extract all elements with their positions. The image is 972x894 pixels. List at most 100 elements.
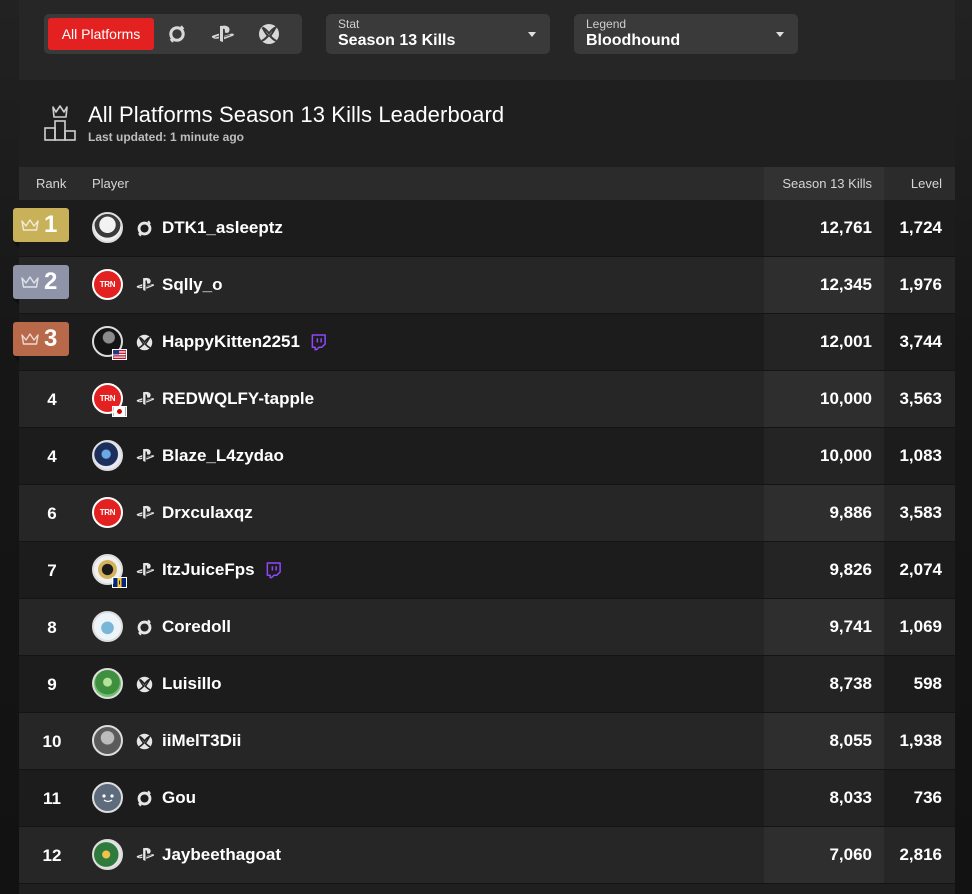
player-name-link[interactable]: iiMelT3Dii [162, 731, 241, 751]
rank-badge: 3 [13, 322, 69, 362]
table-row[interactable]: 6 TRN Drxculaxqz 9,886 3,583 [19, 485, 955, 542]
twitch-icon[interactable] [310, 334, 327, 351]
column-header-stat: Season 13 Kills [782, 176, 872, 191]
avatar[interactable] [92, 782, 123, 813]
stat-value: 7,060 [829, 845, 872, 864]
table-row[interactable]: 4 TRN REDWQLFY-tapple 10,000 3,563 [19, 371, 955, 428]
level-value: 3,744 [899, 332, 942, 351]
rank-number: 2 [44, 268, 58, 295]
platform-playstation-button[interactable] [200, 18, 246, 50]
playstation-icon [136, 562, 155, 579]
table-row[interactable]: 8 Coredoll 9,741 1,069 [19, 599, 955, 656]
table-row[interactable]: 10 iiMelT3Dii 8,055 1,938 [19, 713, 955, 770]
last-updated-text: Last updated: 1 minute ago [88, 130, 245, 144]
platform-all-button[interactable]: All Platforms [48, 18, 154, 50]
rank-badge: 2 [13, 265, 69, 305]
level-value: 1,938 [899, 731, 942, 750]
player-name-link[interactable]: Luisillo [162, 674, 222, 694]
legend-dropdown-label: Legend [586, 17, 627, 31]
legend-dropdown[interactable]: Legend Bloodhound [574, 14, 798, 54]
level-value: 3,583 [899, 503, 942, 522]
level-value: 2,074 [899, 560, 942, 579]
japan-flag-icon [112, 406, 127, 417]
rank-number: 11 [43, 789, 61, 808]
player-name-link[interactable]: Drxculaxqz [162, 503, 253, 523]
us-flag-icon [112, 349, 127, 360]
level-value: 1,976 [899, 275, 942, 294]
leaderboard-table: 1 DTK1_asleeptz 12,761 1,724 2 TRN Sqlly… [13, 200, 955, 884]
platform-xbox-button[interactable] [246, 18, 292, 50]
playstation-icon [136, 505, 155, 522]
rank-number: 4 [47, 447, 57, 466]
leaderboard-container: All Platforms Stat Season 13 Kills Legen… [13, 0, 955, 894]
avatar[interactable]: TRN [92, 383, 127, 417]
stat-value: 9,741 [829, 617, 872, 636]
player-name-link[interactable]: Sqlly_o [162, 275, 222, 295]
level-value: 3,563 [899, 389, 942, 408]
rank-number: 3 [44, 325, 58, 352]
playstation-icon [136, 448, 155, 465]
platform-origin-button[interactable] [154, 18, 200, 50]
table-row[interactable]: 3 HappyKitten2251 12,001 3,744 [13, 314, 955, 371]
crown-icon [21, 219, 39, 231]
table-row[interactable]: 11 Gou 8,033 736 [19, 770, 955, 827]
column-header-player: Player [92, 176, 129, 191]
level-value: 2,816 [899, 845, 942, 864]
avatar[interactable]: TRN [92, 269, 123, 300]
avatar[interactable] [92, 326, 127, 360]
column-header-level: Level [910, 176, 942, 191]
avatar[interactable] [92, 554, 127, 588]
stat-value: 9,826 [829, 560, 872, 579]
avatar[interactable] [92, 668, 123, 699]
level-value: 1,083 [899, 446, 942, 465]
twitch-icon[interactable] [265, 562, 282, 579]
rank-number: 9 [47, 675, 57, 694]
origin-icon [136, 220, 153, 237]
avatar[interactable] [92, 611, 123, 642]
table-row[interactable]: 12 Jaybeethagoat 7,060 2,816 [19, 827, 955, 884]
stat-dropdown-value: Season 13 Kills [338, 32, 456, 49]
table-row[interactable]: 7 ItzJuiceFps 9,826 2,074 [19, 542, 955, 599]
playstation-icon [136, 391, 155, 408]
filter-bar: All Platforms Stat Season 13 Kills Legen… [19, 0, 955, 80]
playstation-icon [136, 847, 155, 864]
player-name-link[interactable]: HappyKitten2251 [162, 332, 300, 352]
player-name-link[interactable]: Gou [162, 788, 196, 808]
page-background-left [0, 0, 19, 894]
rank-number: 8 [47, 618, 57, 637]
player-name-link[interactable]: ItzJuiceFps [162, 560, 255, 580]
stat-value: 10,000 [820, 446, 872, 465]
table-row[interactable]: 4 Blaze_L4zydao 10,000 1,083 [19, 428, 955, 485]
player-name-link[interactable]: Coredoll [162, 617, 231, 637]
level-value: 1,724 [899, 218, 942, 237]
page-background-right [955, 0, 972, 894]
level-value: 736 [913, 788, 942, 807]
player-name-link[interactable]: Jaybeethagoat [162, 845, 281, 865]
stat-value: 8,033 [829, 788, 872, 807]
player-name-link[interactable]: REDWQLFY-tapple [162, 389, 314, 409]
table-row[interactable]: 2 TRN Sqlly_o 12,345 1,976 [13, 257, 955, 314]
avatar[interactable] [92, 212, 123, 243]
origin-icon [136, 790, 153, 807]
level-value: 1,069 [899, 617, 942, 636]
rank-number: 4 [47, 390, 57, 409]
rank-number: 7 [47, 561, 57, 580]
rank-badge: 1 [13, 208, 69, 248]
rank-number: 1 [44, 211, 58, 238]
stat-value: 10,000 [820, 389, 872, 408]
platform-selector: All Platforms [44, 14, 302, 54]
avatar[interactable] [92, 725, 123, 756]
avatar[interactable]: TRN [92, 497, 123, 528]
table-row[interactable]: 9 Luisillo 8,738 598 [19, 656, 955, 713]
table-row[interactable]: 1 DTK1_asleeptz 12,761 1,724 [13, 200, 955, 257]
stat-value: 12,345 [820, 275, 872, 294]
player-name-link[interactable]: Blaze_L4zydao [162, 446, 284, 466]
player-name-link[interactable]: DTK1_asleeptz [162, 218, 283, 238]
stat-dropdown[interactable]: Stat Season 13 Kills [326, 14, 550, 54]
origin-icon [136, 619, 153, 636]
xbox-icon [259, 24, 279, 44]
avatar[interactable] [92, 440, 123, 471]
xbox-icon [136, 676, 153, 693]
avatar[interactable] [92, 839, 123, 870]
rank-number: 6 [47, 504, 57, 523]
